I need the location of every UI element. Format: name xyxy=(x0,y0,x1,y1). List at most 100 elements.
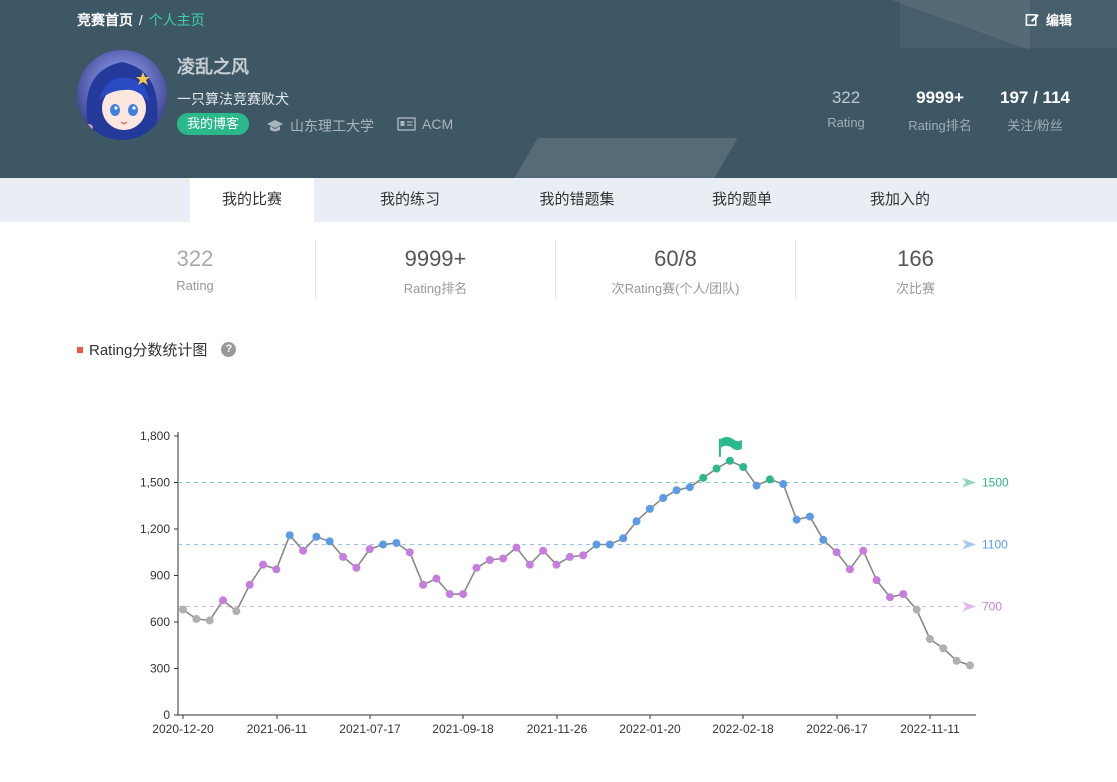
tab-joined[interactable]: 我加入的 xyxy=(838,178,962,222)
data-point xyxy=(579,551,588,560)
data-point xyxy=(232,607,241,616)
question-circle-icon[interactable]: ? xyxy=(221,342,237,357)
data-point xyxy=(325,537,334,546)
tab-my-contests[interactable]: 我的比赛 xyxy=(190,178,314,222)
threshold-label: 1500 xyxy=(982,476,1009,490)
data-point xyxy=(392,538,401,547)
data-point xyxy=(379,540,388,549)
data-point xyxy=(365,545,374,554)
data-point xyxy=(859,546,868,555)
data-point xyxy=(712,464,721,473)
x-tick-label: 2022-02-18 xyxy=(712,722,774,736)
blog-button[interactable]: 我的博客 xyxy=(177,113,250,135)
data-point xyxy=(272,565,281,574)
data-point xyxy=(592,540,601,549)
data-point xyxy=(659,494,668,502)
header-stat-rating: 322 Rating xyxy=(816,88,876,130)
tab-bar: 我的比赛 我的练习 我的错题集 我的题单 我加入的 xyxy=(0,178,1117,222)
flag-icon xyxy=(720,437,742,451)
data-point xyxy=(632,517,641,526)
y-tick-label: 0 xyxy=(163,708,170,722)
avatar[interactable] xyxy=(77,50,167,140)
header-stat-follow[interactable]: 197 / 114 关注/粉丝 xyxy=(990,88,1080,134)
graduation-cap-icon xyxy=(267,120,283,132)
data-point xyxy=(299,546,308,555)
stat-label: Rating xyxy=(176,278,214,293)
data-point xyxy=(885,593,894,602)
data-point xyxy=(352,563,361,572)
y-tick-label: 300 xyxy=(150,662,170,676)
username: 凌乱之风 xyxy=(177,57,249,77)
user-bio: 一只算法竞赛败犬 xyxy=(177,91,289,107)
data-point xyxy=(179,605,187,614)
data-point xyxy=(565,552,574,561)
x-tick-label: 2021-07-17 xyxy=(339,722,401,736)
x-tick-label: 2021-06-11 xyxy=(247,722,308,736)
threshold-arrow-icon xyxy=(962,477,976,488)
data-point xyxy=(512,543,521,552)
x-tick-label: 2022-11-11 xyxy=(900,722,960,736)
data-point xyxy=(685,483,694,492)
data-point xyxy=(459,590,468,599)
breadcrumb: 竞赛首页 / 个人主页 xyxy=(77,10,205,30)
header-stat-label: Rating xyxy=(827,115,865,130)
header-stat-value: 322 xyxy=(831,88,861,107)
data-point xyxy=(432,574,441,583)
data-point xyxy=(605,540,614,549)
breadcrumb-current[interactable]: 个人主页 xyxy=(149,12,205,28)
data-point xyxy=(819,535,828,544)
x-tick-label: 2021-11-26 xyxy=(527,722,588,736)
breadcrumb-home[interactable]: 竞赛首页 xyxy=(77,12,133,28)
data-point xyxy=(419,580,428,589)
data-point xyxy=(525,560,534,569)
rating-chart: 0 300 600 900 1,200 1,500 1,800 2020-12-20 2021-… xyxy=(140,429,1009,736)
threshold-label: 700 xyxy=(982,600,1002,614)
y-tick-label: 1,800 xyxy=(140,429,170,443)
stat-label: 次比赛 xyxy=(895,281,935,296)
header-decoration xyxy=(900,0,1117,48)
tab-my-practice[interactable]: 我的练习 xyxy=(348,178,472,222)
id-card-icon xyxy=(397,117,416,131)
data-point xyxy=(752,481,761,490)
data-point xyxy=(899,590,908,599)
x-tick-label: 2022-01-20 xyxy=(619,722,681,736)
org-name: ACM xyxy=(422,116,454,132)
data-point xyxy=(925,635,934,644)
tab-my-mistakes[interactable]: 我的错题集 xyxy=(510,178,644,222)
title-marker xyxy=(77,346,83,353)
data-point xyxy=(725,456,734,465)
edit-button[interactable]: 编辑 xyxy=(1025,10,1072,29)
stat-label: 次Rating赛(个人/团队) xyxy=(611,281,740,296)
stat-rated-contests: 60/8 次Rating赛(个人/团队) xyxy=(555,240,795,300)
data-point xyxy=(739,463,748,471)
section-title: Rating分数统计图 ? xyxy=(77,339,237,360)
data-point xyxy=(952,656,961,665)
data-point xyxy=(219,596,228,605)
stat-value: 166 xyxy=(897,246,934,271)
tab-my-problem-lists[interactable]: 我的题单 xyxy=(680,178,804,222)
header-decoration xyxy=(514,138,738,178)
data-point xyxy=(765,475,774,484)
school-info: 山东理工大学 xyxy=(266,116,374,136)
edit-label: 编辑 xyxy=(1046,13,1073,28)
data-point xyxy=(832,548,841,557)
data-point xyxy=(485,556,494,564)
stats-summary: 322 Rating 9999+ Rating排名 60/8 次Rating赛(… xyxy=(75,240,1035,300)
stat-label: Rating排名 xyxy=(403,281,468,296)
data-point xyxy=(472,563,481,572)
data-point xyxy=(872,576,881,585)
header-stat-rank: 9999+ Rating排名 xyxy=(900,88,980,134)
stat-contests: 166 次比赛 xyxy=(795,240,1035,300)
data-point xyxy=(966,661,974,670)
threshold-arrow-icon xyxy=(962,601,976,612)
header-stat-value: 197 / 114 xyxy=(1000,88,1070,107)
section-title-text: Rating分数统计图 xyxy=(89,342,208,359)
data-point xyxy=(445,590,454,599)
data-point xyxy=(672,486,681,495)
data-point xyxy=(312,532,321,541)
data-point xyxy=(245,580,254,589)
y-tick-label: 600 xyxy=(150,615,170,629)
data-point xyxy=(285,531,294,540)
data-point xyxy=(845,565,854,574)
data-point xyxy=(205,616,214,625)
